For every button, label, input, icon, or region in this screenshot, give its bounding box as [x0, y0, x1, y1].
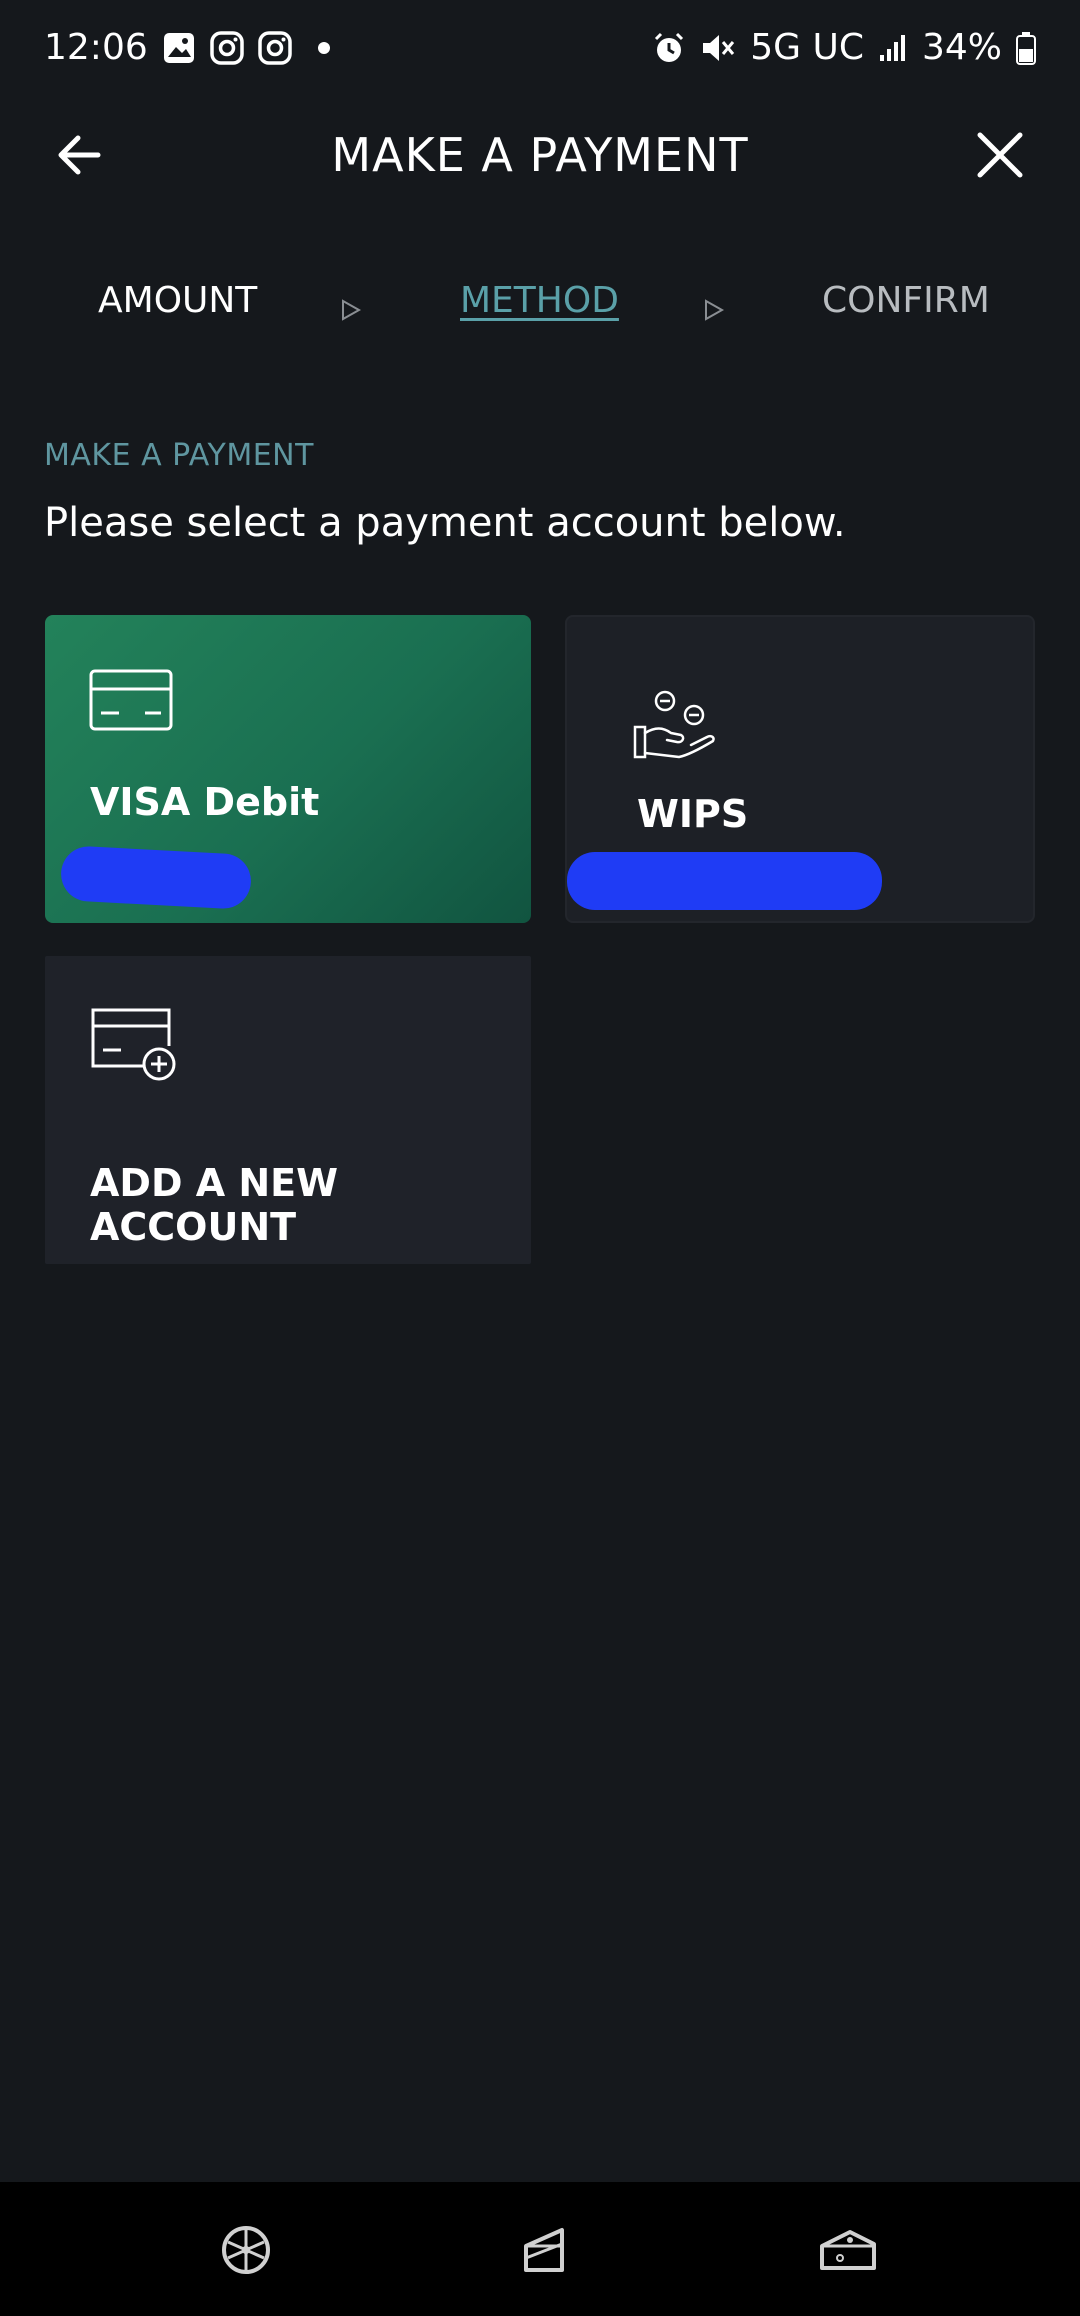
- back-arrow-icon: [58, 135, 101, 175]
- status-right: 5G UC 34%: [652, 27, 1036, 68]
- section-instruction: Please select a payment account below.: [44, 500, 846, 546]
- wheel-icon: [222, 2226, 270, 2274]
- add-account-label: ADD A NEW ACCOUNT: [90, 1161, 339, 1249]
- account-card-wips[interactable]: WIPS: [565, 615, 1035, 923]
- battery-percent: 34%: [921, 27, 1002, 68]
- step-arrow-icon: [705, 299, 725, 321]
- signal-icon: [878, 33, 908, 63]
- alarm-icon: [652, 31, 686, 65]
- account-title: VISA Debit: [90, 780, 320, 824]
- notification-dot-icon: [317, 41, 330, 54]
- step-arrow-icon: [342, 299, 362, 321]
- page-title: MAKE A PAYMENT: [331, 128, 749, 182]
- back-button[interactable]: [50, 125, 110, 185]
- mute-icon: [700, 31, 736, 65]
- instagram-icon: [210, 30, 244, 65]
- bottom-nav: [0, 2182, 1080, 2316]
- redaction-mark: [567, 852, 882, 910]
- nav-cake[interactable]: [516, 2220, 576, 2280]
- status-bar: 12:06 5G UC 34%: [0, 0, 1080, 95]
- battery-icon: [1016, 31, 1036, 65]
- header: MAKE A PAYMENT: [0, 110, 1080, 200]
- instagram-icon: [258, 30, 292, 65]
- status-left: 12:06: [44, 27, 330, 68]
- nav-wheel[interactable]: [216, 2220, 276, 2280]
- step-amount[interactable]: AMOUNT: [98, 280, 257, 321]
- step-method[interactable]: METHOD: [460, 280, 619, 321]
- cheese-icon: [820, 2230, 876, 2270]
- step-confirm[interactable]: CONFIRM: [822, 280, 990, 321]
- clock: 12:06: [44, 27, 148, 68]
- redaction-mark: [59, 845, 253, 910]
- close-button[interactable]: [970, 125, 1030, 185]
- section-label: MAKE A PAYMENT: [44, 438, 314, 473]
- step-indicator: AMOUNT METHOD CONFIRM: [0, 280, 1080, 344]
- nav-cheese[interactable]: [818, 2220, 878, 2280]
- account-title: WIPS: [637, 792, 749, 836]
- close-icon: [977, 132, 1023, 178]
- network-type: 5G UC: [750, 27, 864, 68]
- add-card-icon: [91, 1008, 176, 1081]
- cake-slice-icon: [524, 2228, 564, 2272]
- gallery-icon: [162, 31, 196, 65]
- credit-card-icon: [89, 669, 173, 731]
- payment-screen: 12:06 5G UC 34% MAKE A PAYMENT AMOUNT ME…: [0, 0, 1080, 2316]
- account-card-visa[interactable]: VISA Debit: [45, 615, 531, 923]
- add-account-card[interactable]: ADD A NEW ACCOUNT: [45, 956, 531, 1264]
- hand-coins-icon: [633, 690, 715, 759]
